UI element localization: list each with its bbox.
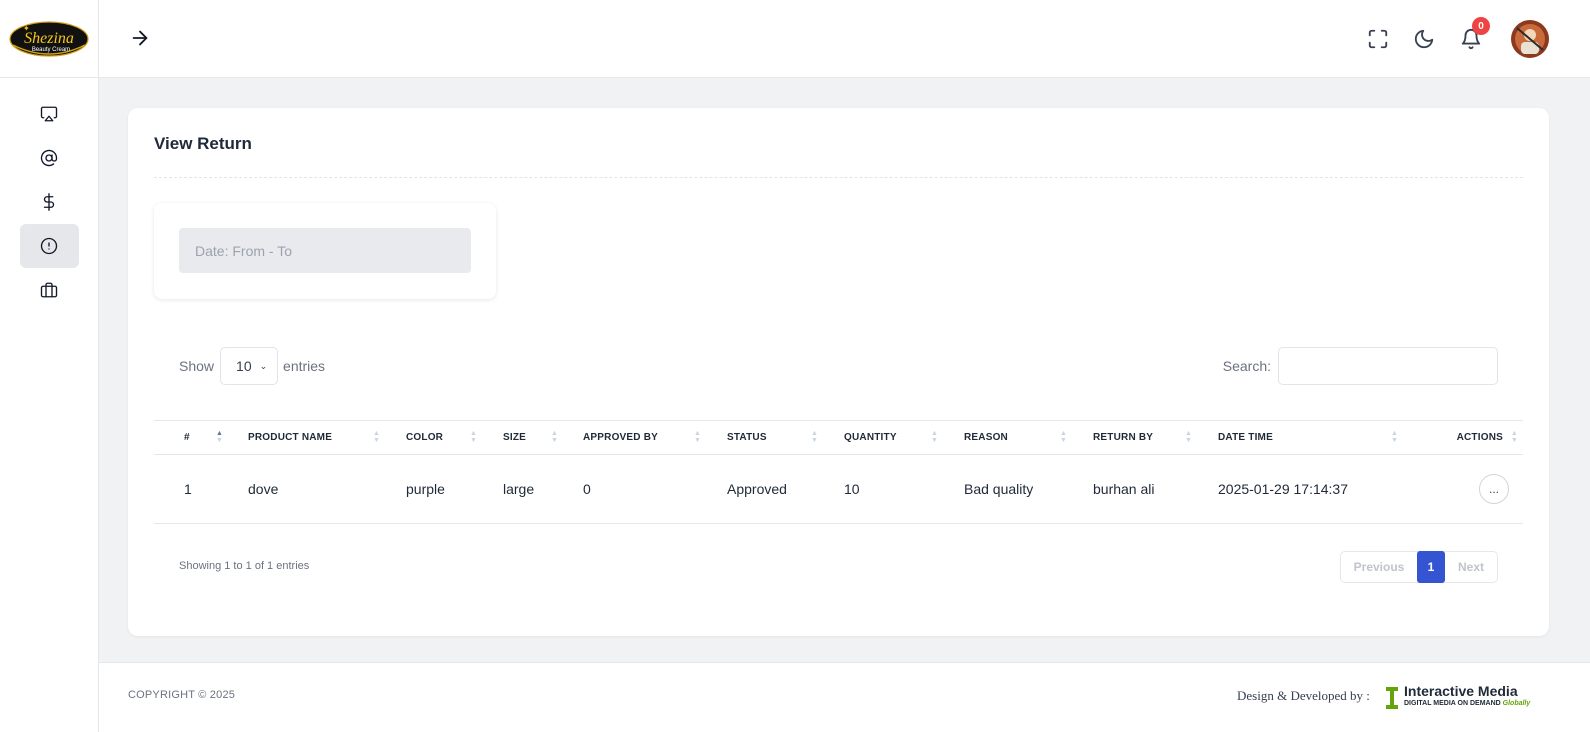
svg-text:Shezina: Shezina <box>24 30 74 47</box>
table-info: Showing 1 to 1 of 1 entries <box>179 560 310 572</box>
returns-table: # ▲ ▼ PRODUCT NAME ▲ ▼ COLOR ▲ ▼ SIZE ▲ ▼ AP… <box>154 420 1523 524</box>
show-label: Show <box>179 358 215 374</box>
top-header: 0 <box>99 0 1590 78</box>
search-input[interactable] <box>1278 347 1498 385</box>
svg-text:✦: ✦ <box>23 24 30 33</box>
cell-approved-by: 0 <box>583 481 591 497</box>
cell-reason: Bad quality <box>964 481 1034 497</box>
table-header-row: # ▲ ▼ PRODUCT NAME ▲ ▼ COLOR ▲ ▼ SIZE ▲ ▼ AP… <box>154 420 1523 455</box>
interactive-media-logo-icon <box>1386 687 1398 709</box>
brand-logo[interactable]: Shezina Beauty Cream ✦ <box>9 19 89 59</box>
cell-index: 1 <box>184 481 192 497</box>
svg-text:Beauty Cream: Beauty Cream <box>32 47 70 53</box>
column-header-reason[interactable]: REASON ▲ ▼ <box>964 421 1093 455</box>
cell-product-name: dove <box>248 481 279 497</box>
airplay-icon <box>40 106 58 122</box>
entries-label: entries <box>283 358 326 374</box>
fullscreen-icon[interactable] <box>1367 28 1389 50</box>
notification-badge: 0 <box>1472 17 1490 35</box>
sort-icon: ▲ ▼ <box>1391 430 1399 444</box>
sort-icon: ▲ ▼ <box>1060 430 1068 444</box>
date-filter-panel <box>154 203 496 299</box>
copyright-text: COPYRIGHT © 2025 <box>128 689 236 701</box>
sort-icon: ▲ ▼ <box>931 430 939 444</box>
sidebar-item-returns[interactable] <box>19 224 79 268</box>
entries-select-value: 10 <box>236 358 252 374</box>
column-header-status[interactable]: STATUS ▲ ▼ <box>727 421 844 455</box>
company-tagline: DIGITAL MEDIA ON DEMAND Globally <box>1404 700 1531 707</box>
column-header-index[interactable]: # ▲ ▼ <box>154 421 248 455</box>
cell-quantity: 10 <box>844 481 860 497</box>
sidebar-item-finance[interactable] <box>20 180 79 224</box>
dollar-icon <box>43 193 55 211</box>
cell-size: large <box>503 481 535 497</box>
arrow-right-icon[interactable] <box>129 27 151 49</box>
column-header-date-time[interactable]: DATE TIME ▲ ▼ <box>1218 421 1428 455</box>
logo-area: Shezina Beauty Cream ✦ <box>0 0 98 78</box>
at-sign-icon <box>40 149 58 167</box>
column-header-quantity[interactable]: QUANTITY ▲ ▼ <box>844 421 964 455</box>
pagination-next-button[interactable]: Next <box>1445 552 1497 582</box>
sort-icon: ▲ ▼ <box>694 430 702 444</box>
company-name: Interactive Media <box>1404 683 1518 699</box>
company-logo[interactable]: Interactive Media DIGITAL MEDIA ON DEMAN… <box>1385 683 1530 709</box>
column-header-size[interactable]: SIZE ▲ ▼ <box>503 421 583 455</box>
sort-icon: ▲ ▼ <box>551 430 559 444</box>
page-title: View Return <box>154 134 252 153</box>
table-row: 1 dove purple large 0 Approved 10 Bad qu… <box>154 455 1523 524</box>
more-horizontal-icon: ... <box>1488 482 1499 496</box>
designed-by-text: Design & Developed by : <box>1237 688 1370 703</box>
sidebar: Shezina Beauty Cream ✦ <box>0 0 99 732</box>
view-return-card: View Return Show 10 ⌄ entries Search: # … <box>128 108 1549 636</box>
briefcase-icon <box>40 282 58 298</box>
sort-icon: ▲ ▼ <box>470 430 478 444</box>
entries-length-control: Show 10 ⌄ entries <box>179 347 325 385</box>
title-divider <box>154 177 1523 178</box>
alert-circle-icon <box>40 237 58 255</box>
pagination-page-button[interactable]: 1 <box>1417 551 1445 583</box>
sort-icon: ▲ ▼ <box>811 430 819 444</box>
cell-color: purple <box>406 481 445 497</box>
row-actions-button[interactable]: ... <box>1479 474 1509 504</box>
entries-select[interactable]: 10 ⌄ <box>220 347 279 385</box>
sidebar-item-dashboard[interactable] <box>20 92 79 136</box>
cell-status: Approved <box>727 481 787 497</box>
page-footer: COPYRIGHT © 2025 Design & Developed by :… <box>99 662 1590 732</box>
sidebar-nav <box>0 78 98 312</box>
column-header-return-by[interactable]: RETURN BY ▲ ▼ <box>1093 421 1218 455</box>
sort-icon: ▲ ▼ <box>1510 430 1518 444</box>
column-header-color[interactable]: COLOR ▲ ▼ <box>406 421 503 455</box>
cell-date-time: 2025-01-29 17:14:37 <box>1218 481 1348 497</box>
search-label: Search: <box>1222 358 1271 374</box>
user-avatar[interactable] <box>1511 20 1549 58</box>
sort-icon: ▲ ▼ <box>216 430 224 444</box>
sort-icon: ▲ ▼ <box>373 430 381 444</box>
column-header-actions[interactable]: ACTIONS ▲ ▼ <box>1428 421 1523 455</box>
cell-return-by: burhan ali <box>1093 481 1155 497</box>
column-header-approved-by[interactable]: APPROVED BY ▲ ▼ <box>583 421 727 455</box>
date-range-input[interactable] <box>179 228 471 273</box>
pagination: Previous 1 Next <box>1340 551 1498 583</box>
column-header-product-name[interactable]: PRODUCT NAME ▲ ▼ <box>248 421 406 455</box>
sidebar-item-email[interactable] <box>20 136 79 180</box>
sort-icon: ▲ ▼ <box>1185 430 1193 444</box>
pagination-previous-button[interactable]: Previous <box>1341 552 1417 582</box>
company-name-block: Interactive Media DIGITAL MEDIA ON DEMAN… <box>1404 683 1530 708</box>
sidebar-item-products[interactable] <box>20 268 79 312</box>
chevron-down-icon: ⌄ <box>259 360 268 371</box>
table-search: Search: <box>1223 347 1498 385</box>
moon-icon[interactable] <box>1413 28 1435 50</box>
cell-actions: ... <box>1428 455 1523 524</box>
